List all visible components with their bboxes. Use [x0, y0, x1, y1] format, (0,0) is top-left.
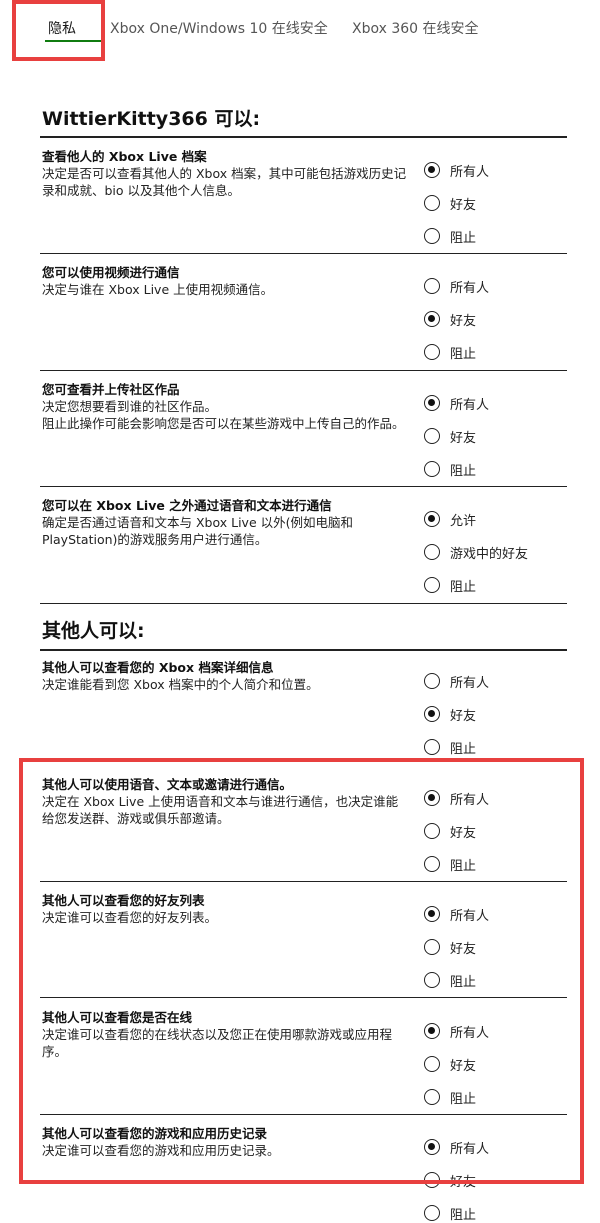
- radio-option-label: 阻止: [450, 230, 477, 246]
- setting-divider: [40, 370, 567, 371]
- radio-option-label: 阻止: [450, 1207, 477, 1223]
- radio-option-community-creations-block[interactable]: 阻止: [424, 459, 476, 479]
- section-heading-others-can: 其他人可以:: [42, 620, 145, 642]
- section-divider: [40, 136, 567, 138]
- radio-option-label: 所有人: [450, 675, 490, 691]
- radio-option-community-creations-friends[interactable]: 好友: [424, 426, 476, 446]
- radio-option-label: 阻止: [450, 346, 477, 362]
- tab-xbox-one-windows-10-safety[interactable]: Xbox One/Windows 10 在线安全: [110, 18, 328, 38]
- radio-unchecked-icon[interactable]: [424, 344, 440, 360]
- section-heading-you-can: WittierKitty366 可以:: [42, 108, 261, 130]
- radio-option-label: 好友: [450, 430, 477, 446]
- radio-option-label: 所有人: [450, 397, 490, 413]
- radio-option-label: 阻止: [450, 579, 477, 595]
- radio-option-community-creations-everyone[interactable]: 所有人: [424, 393, 489, 413]
- radio-option-label: 所有人: [450, 280, 490, 296]
- radio-option-label: 游戏中的好友: [450, 546, 529, 562]
- radio-option-label: 好友: [450, 708, 477, 724]
- tab-xbox-360-safety[interactable]: Xbox 360 在线安全: [352, 18, 479, 38]
- radio-checked-icon[interactable]: [424, 311, 440, 327]
- radio-unchecked-icon[interactable]: [424, 278, 440, 294]
- radio-unchecked-icon[interactable]: [424, 195, 440, 211]
- setting-description-outside-xbox-live-communication: 确定是否通过语音和文本与 Xbox Live 以外(例如电脑和 PlayStat…: [42, 515, 353, 547]
- setting-description-video-communication: 决定与谁在 Xbox Live 上使用视频通信。: [42, 282, 274, 297]
- radio-option-label: 阻止: [450, 463, 477, 479]
- setting-description-profile-details: 决定谁能看到您 Xbox 档案中的个人简介和位置。: [42, 677, 319, 692]
- radio-option-label: 所有人: [450, 164, 490, 180]
- radio-option-view-others-profile-friends[interactable]: 好友: [424, 193, 476, 213]
- setting-title-profile-details: 其他人可以查看您的 Xbox 档案详细信息: [42, 660, 274, 675]
- radio-unchecked-icon[interactable]: [424, 228, 440, 244]
- radio-option-game-app-history-block[interactable]: 阻止: [424, 1203, 476, 1223]
- radio-option-profile-details-block[interactable]: 阻止: [424, 737, 476, 757]
- section-divider: [40, 649, 567, 651]
- radio-unchecked-icon[interactable]: [424, 577, 440, 593]
- radio-option-label: 好友: [450, 197, 477, 213]
- radio-option-outside-xbox-live-communication-in-game-friends[interactable]: 游戏中的好友: [424, 542, 528, 562]
- setting-divider: [40, 486, 567, 487]
- setting-description-community-creations: 决定您想要看到谁的社区作品。 阻止此操作可能会影响您是否可以在某些游戏中上传自己…: [42, 399, 405, 431]
- radio-option-view-others-profile-everyone[interactable]: 所有人: [424, 160, 489, 180]
- radio-option-view-others-profile-block[interactable]: 阻止: [424, 226, 476, 246]
- radio-option-video-communication-everyone[interactable]: 所有人: [424, 276, 489, 296]
- radio-unchecked-icon[interactable]: [424, 739, 440, 755]
- radio-option-video-communication-friends[interactable]: 好友: [424, 309, 476, 329]
- radio-option-profile-details-everyone[interactable]: 所有人: [424, 671, 489, 691]
- radio-unchecked-icon[interactable]: [424, 428, 440, 444]
- radio-option-outside-xbox-live-communication-block[interactable]: 阻止: [424, 575, 476, 595]
- highlight-box-privacy-tab: [12, 0, 105, 61]
- radio-option-label: 允许: [450, 513, 477, 529]
- radio-unchecked-icon[interactable]: [424, 544, 440, 560]
- radio-option-profile-details-friends[interactable]: 好友: [424, 704, 476, 724]
- radio-checked-icon[interactable]: [424, 706, 440, 722]
- radio-unchecked-icon[interactable]: [424, 673, 440, 689]
- setting-title-view-others-profile: 查看他人的 Xbox Live 档案: [42, 149, 207, 164]
- setting-title-community-creations: 您可查看并上传社区作品: [42, 382, 180, 397]
- setting-title-outside-xbox-live-communication: 您可以在 Xbox Live 之外通过语音和文本进行通信: [42, 498, 332, 513]
- radio-checked-icon[interactable]: [424, 395, 440, 411]
- radio-option-label: 阻止: [450, 741, 477, 757]
- setting-title-video-communication: 您可以使用视频进行通信: [42, 265, 180, 280]
- radio-option-label: 好友: [450, 313, 477, 329]
- radio-option-outside-xbox-live-communication-allow[interactable]: 允许: [424, 509, 476, 529]
- radio-unchecked-icon[interactable]: [424, 1205, 440, 1221]
- radio-checked-icon[interactable]: [424, 511, 440, 527]
- setting-description-view-others-profile: 决定是否可以查看其他人的 Xbox 档案，其中可能包括游戏历史记录和成就、bio…: [42, 166, 407, 198]
- radio-checked-icon[interactable]: [424, 162, 440, 178]
- radio-option-video-communication-block[interactable]: 阻止: [424, 342, 476, 362]
- setting-divider: [40, 603, 567, 604]
- radio-unchecked-icon[interactable]: [424, 461, 440, 477]
- highlight-box-communication-settings: [19, 758, 584, 1184]
- setting-divider: [40, 253, 567, 254]
